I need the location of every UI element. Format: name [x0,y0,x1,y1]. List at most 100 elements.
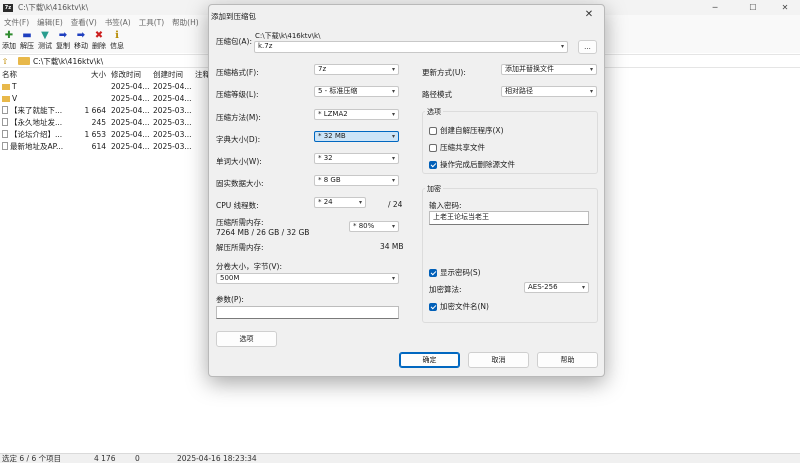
cancel-button[interactable]: 取消 [468,352,529,368]
chevron-down-icon: ▾ [391,88,395,95]
archive-name-combo[interactable]: k.7z ▾ [254,41,568,53]
file-name: 【来了就能下... [10,106,63,115]
menu-tools[interactable]: 工具(T) [135,17,168,28]
word-size-select[interactable]: * 32 ▾ [314,153,399,164]
toolbar-test-button[interactable]: ▼ 测试 [36,29,54,53]
file-created: 2025-04... [153,94,191,103]
solid-size-select[interactable]: * 8 GB ▾ [314,175,399,186]
status-selection: 选定 6 / 6 个项目 [2,454,62,463]
menu-view[interactable]: 查看(V) [67,17,101,28]
checkbox-box [429,126,437,135]
method-select[interactable]: * LZMA2 ▾ [314,109,399,120]
toolbar-label: 测试 [38,42,52,50]
toolbar-label: 信息 [110,42,124,50]
pathmode-value: 相对路径 [505,87,533,95]
dialog-close-icon[interactable]: ✕ [582,8,596,22]
column-name[interactable]: 名称 [2,69,64,81]
chevron-down-icon: ▾ [391,66,395,73]
status-selected-size: 0 [135,454,140,463]
toolbar-label: 解压 [20,42,34,50]
file-created: 2025-03... [153,142,191,151]
browse-button[interactable]: ... [578,40,597,54]
solid-label: 固实数据大小: [216,179,264,188]
mem-percent-select[interactable]: * 80% ▾ [349,221,399,232]
word-value: * 32 [318,154,333,162]
params-input[interactable] [216,306,399,319]
test-icon: ▼ [41,30,49,41]
file-created: 2025-03... [153,106,191,115]
file-created: 2025-04... [153,82,191,91]
level-value: 5 - 标准压缩 [318,87,358,95]
update-mode-select[interactable]: 添加并替换文件 ▾ [501,64,597,75]
checkbox-label: 压缩共享文件 [440,143,485,152]
file-icon [2,118,8,126]
enc-method-value: AES-256 [528,283,558,291]
encrypt-names-checkbox[interactable]: 加密文件名(N) [429,301,489,312]
column-comment[interactable]: 注释 [195,69,209,81]
menu-edit[interactable]: 编辑(E) [33,17,67,28]
close-window-button[interactable]: ✕ [768,0,800,15]
path-mode-select[interactable]: 相对路径 ▾ [501,86,597,97]
check-icon [429,160,437,169]
format-select[interactable]: 7z ▾ [314,64,399,75]
help-button[interactable]: 帮助 [537,352,598,368]
address-path[interactable]: C:\下载\k\416ktv\k\ [33,56,103,67]
column-created[interactable]: 创建时间 [153,69,191,81]
file-icon [2,130,8,138]
toolbar-label: 复制 [56,42,70,50]
minimize-button[interactable]: ─ [698,0,732,15]
show-password-checkbox[interactable]: 显示密码(S) [429,267,481,278]
encryption-group: 加密 输入密码: 上老王论坛当老王 显示密码(S) 加密算法: AES-256 ▾… [422,184,598,323]
toolbar-info-button[interactable]: ℹ 信息 [108,29,126,53]
toolbar-extract-button[interactable]: ▬ 解压 [18,29,36,53]
file-name: 【论坛介绍】... [10,130,63,139]
threads-select[interactable]: * 24 ▾ [314,197,366,208]
options-button[interactable]: 选项 [216,331,277,347]
up-folder-icon[interactable]: ⇧ [0,57,10,66]
chevron-down-icon: ▾ [581,284,585,291]
encryption-method-select[interactable]: AES-256 ▾ [524,282,589,293]
maximize-button[interactable]: ☐ [736,0,770,15]
check-icon [429,268,437,277]
archive-label: 压缩包(A): [216,37,253,46]
mem-decomp-label: 解压所需内存: [216,243,264,252]
threads-total: / 24 [388,200,403,209]
compress-shared-checkbox[interactable]: 压缩共享文件 [429,142,485,153]
toolbar-add-button[interactable]: ✚ 添加 [0,29,18,53]
file-modified: 2025-04... [111,106,149,115]
info-icon: ℹ [115,30,119,41]
toolbar-copy-button[interactable]: ➡ 复制 [54,29,72,53]
delete-after-checkbox[interactable]: 操作完成后删除源文件 [429,159,515,170]
password-input[interactable]: 上老王论坛当老王 [429,211,589,225]
toolbar-delete-button[interactable]: ✖ 删除 [90,29,108,53]
create-sfx-checkbox[interactable]: 创建自解压程序(X) [429,125,504,136]
dict-size-select[interactable]: * 32 MB ▾ [314,131,399,142]
dialog-title: 添加到压缩包 [211,12,256,21]
add-icon: ✚ [4,30,14,41]
file-name: 【永久地址发... [10,118,63,127]
checkbox-box [429,143,437,152]
file-modified: 2025-04... [111,130,149,139]
split-size-combo[interactable]: 500M ▾ [216,273,399,284]
file-size: 614 [91,142,106,151]
status-datetime: 2025-04-16 18:23:34 [177,454,257,463]
chevron-down-icon: ▾ [358,199,362,206]
menu-file[interactable]: 文件(F) [0,17,33,28]
add-to-archive-dialog: 添加到压缩包 ✕ 压缩包(A): C:\下载\k\416ktv\k\ k.7z … [208,4,605,377]
dict-value: * 32 MB [318,132,346,140]
toolbar-label: 添加 [2,42,16,50]
column-size[interactable]: 大小 [64,69,106,81]
delete-icon: ✖ [94,30,104,41]
dict-label: 字典大小(D): [216,135,261,144]
params-label: 参数(P): [216,295,244,304]
status-total-size: 4 176 [94,454,116,463]
column-modified[interactable]: 修改时间 [111,69,149,81]
encryption-group-title: 加密 [425,184,443,194]
file-name: 最新地址及AP... [10,142,64,151]
menu-bookmarks[interactable]: 书签(A) [101,17,135,28]
threads-value: * 24 [318,198,333,206]
level-select[interactable]: 5 - 标准压缩 ▾ [314,86,399,97]
ok-button[interactable]: 确定 [399,352,460,368]
menu-help[interactable]: 帮助(H) [168,17,203,28]
toolbar-move-button[interactable]: ➡ 移动 [72,29,90,53]
